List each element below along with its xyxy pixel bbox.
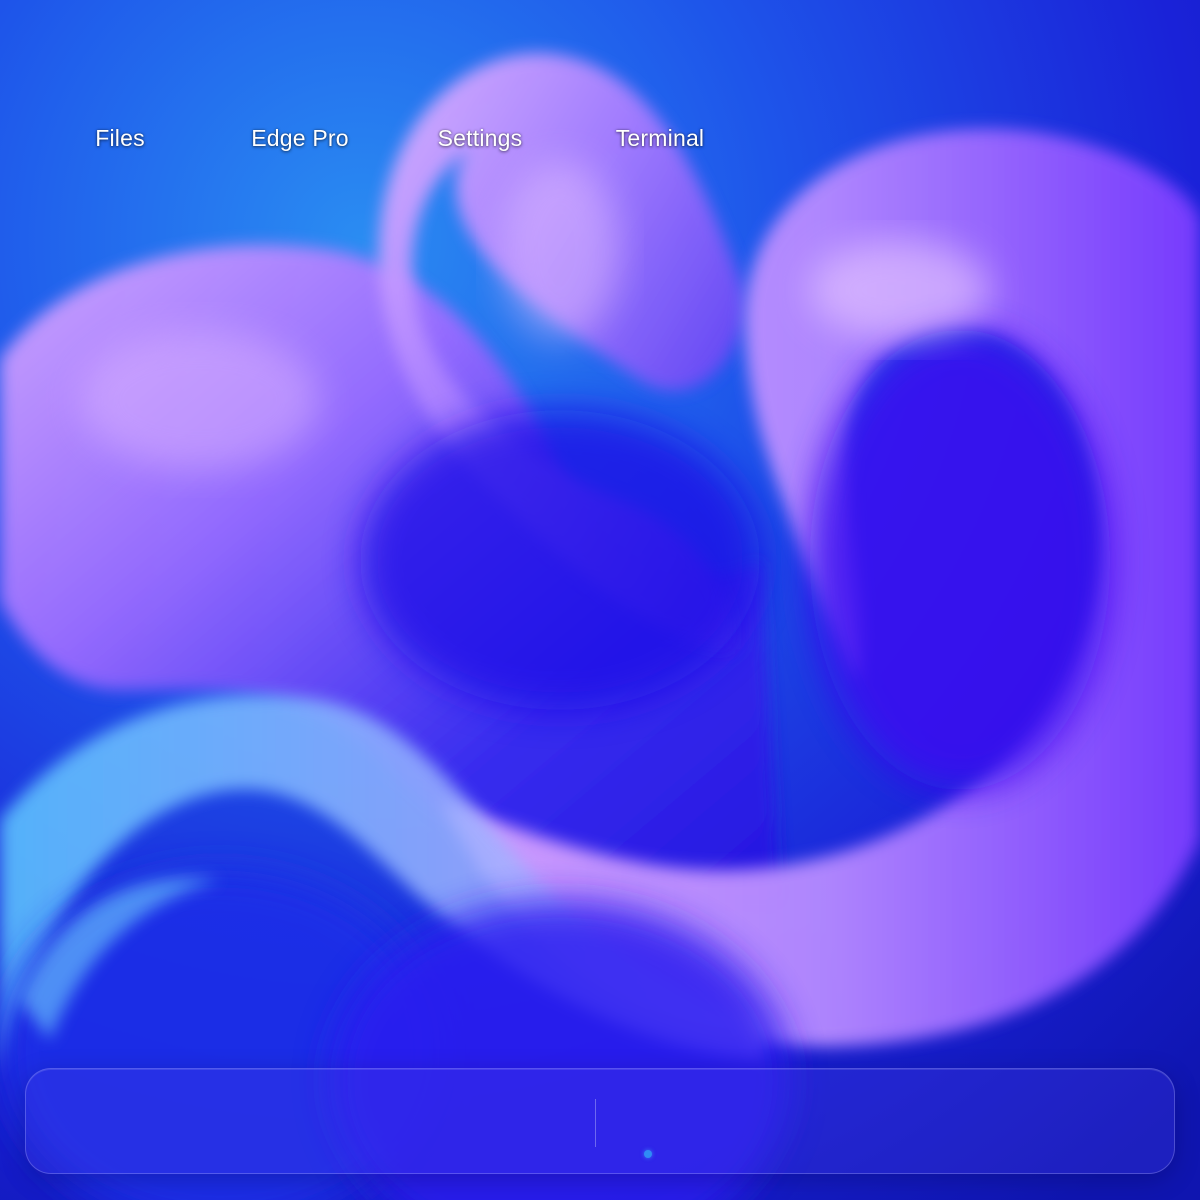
desktop-icon-label: Settings: [437, 124, 523, 151]
running-app-indicator: [644, 1150, 652, 1158]
taskbar[interactable]: [25, 1068, 1175, 1174]
desktop-icon-settings[interactable]: Settings: [405, 118, 555, 158]
desktop-icon-label: Files: [95, 124, 145, 151]
desktop-icon-edge-pro[interactable]: Edge Pro: [225, 118, 375, 158]
desktop-icons: Files Edge Pro Settings Terminal: [0, 0, 1200, 300]
desktop-icon-terminal[interactable]: Terminal: [585, 118, 735, 158]
desktop-icon-label: Terminal: [615, 124, 705, 151]
desktop-icon-label: Edge Pro: [251, 124, 349, 151]
taskbar-divider: [595, 1099, 596, 1147]
desktop-icon-files[interactable]: Files: [45, 118, 195, 158]
